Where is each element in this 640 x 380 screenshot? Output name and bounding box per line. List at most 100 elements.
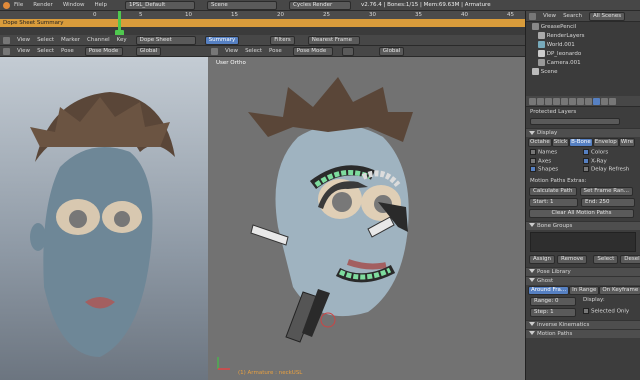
scene-selector[interactable]: Scene: [207, 0, 278, 10]
renderlayers-tab-icon[interactable]: [545, 97, 552, 105]
protected-layers-grid[interactable]: [526, 117, 640, 128]
render-tab-icon[interactable]: [537, 97, 544, 105]
deselect-button[interactable]: Deselect: [620, 254, 640, 264]
ghost-in-range-button[interactable]: In Range: [569, 285, 600, 295]
step-value: 1: [550, 308, 554, 315]
ghost-range-field[interactable]: Range: 0: [530, 296, 576, 306]
ghost-on-keyframe-button[interactable]: On Keyframe: [599, 285, 640, 295]
ds-menu-key[interactable]: Key: [117, 37, 127, 43]
scene-tab-icon[interactable]: [553, 97, 560, 105]
render-engine-selector[interactable]: Cycles Render: [289, 0, 352, 10]
ghost-display-label: Display:: [583, 296, 605, 303]
layout-selector[interactable]: 1PSL_Default: [125, 0, 196, 10]
menu-help[interactable]: Help: [95, 2, 108, 8]
left-editor-type-icon[interactable]: [3, 47, 10, 55]
remove-button[interactable]: Remove: [557, 254, 588, 264]
display-envelope-button[interactable]: Envelop: [592, 138, 619, 147]
calculate-path-button[interactable]: Calculate Path: [529, 186, 577, 196]
main-menu-pose[interactable]: Pose: [269, 48, 282, 54]
bone-constraints-tab-icon[interactable]: [609, 97, 616, 105]
ghost-panel-header[interactable]: Ghost: [526, 275, 640, 285]
outliner-item-world[interactable]: World.001: [526, 40, 640, 49]
main-viewport-header: View Select Pose Pose Mode Global: [208, 46, 525, 57]
outliner-filter-all-scenes[interactable]: All Scenes: [588, 11, 626, 21]
outliner-item-camera[interactable]: Camera.001: [526, 58, 640, 67]
display-bbone-button[interactable]: B-Bone: [569, 138, 593, 147]
outliner-item-dp-leonardo[interactable]: DP_leonardo: [526, 49, 640, 58]
frame-ruler[interactable]: 05101520253035404550: [0, 11, 560, 19]
display-octahedral-button[interactable]: Octahe: [528, 138, 552, 147]
menu-file[interactable]: File: [14, 2, 23, 8]
motion-path-range: Start: 1 End: 250: [526, 197, 640, 208]
left-mode-selector[interactable]: Pose Mode: [84, 46, 123, 56]
display-stick-button[interactable]: Stick: [551, 138, 570, 147]
main-mode-selector[interactable]: Pose Mode: [292, 46, 333, 56]
shading-selector[interactable]: [341, 46, 354, 56]
menu-render[interactable]: Render: [33, 2, 53, 8]
left-orientation-selector[interactable]: Global: [135, 46, 162, 56]
axes-checkbox[interactable]: Axes: [530, 157, 583, 164]
ds-menu-select[interactable]: Select: [37, 37, 54, 43]
outliner-item-renderlayers[interactable]: RenderLayers: [526, 31, 640, 40]
motion-paths-panel-header[interactable]: Motion Paths: [526, 328, 640, 338]
modifiers-tab-icon[interactable]: [585, 97, 592, 105]
main-menu-select[interactable]: Select: [245, 48, 262, 54]
summary-toggle[interactable]: Summary: [204, 35, 240, 45]
colors-checkbox[interactable]: Colors: [583, 149, 636, 156]
clear-all-motion-paths-button[interactable]: Clear All Motion Paths: [529, 208, 634, 218]
main-menu-view[interactable]: View: [225, 48, 238, 54]
outliner-tab-view[interactable]: View: [543, 13, 556, 19]
left-menu-view[interactable]: View: [17, 48, 30, 54]
editor-type-icon[interactable]: [3, 36, 10, 44]
shapes-checkbox[interactable]: Shapes: [530, 166, 583, 173]
ghost-around-frame-button[interactable]: Around Fra...: [528, 285, 570, 295]
ds-menu-marker[interactable]: Marker: [61, 37, 80, 43]
set-frame-range-button[interactable]: Set Frame Ran...: [579, 186, 633, 196]
selected-only-checkbox[interactable]: Selected Only: [583, 307, 636, 317]
start-frame-field[interactable]: Start: 1: [529, 197, 578, 207]
frame-number: 45: [507, 12, 514, 18]
names-checkbox[interactable]: Names: [530, 149, 583, 156]
dopesheet-mode-selector[interactable]: Dope Sheet: [135, 35, 196, 45]
assign-button[interactable]: Assign: [529, 254, 555, 264]
left-viewport[interactable]: [0, 57, 208, 380]
bone-groups-list[interactable]: [530, 231, 636, 252]
keyframe-row[interactable]: [0, 27, 525, 35]
outliner-tab-search[interactable]: Search: [563, 13, 582, 19]
bone-groups-panel-header[interactable]: Bone Groups: [526, 220, 640, 230]
outliner-item-greasepencil[interactable]: GreasePencil: [526, 22, 640, 31]
menu-window[interactable]: Window: [63, 2, 85, 8]
inverse-kinematics-panel-header[interactable]: Inverse Kinematics: [526, 319, 640, 329]
layer-buttons[interactable]: [530, 118, 620, 125]
bone-tab-icon[interactable]: [601, 97, 608, 105]
delay-refresh-checkbox[interactable]: Delay Refresh: [583, 166, 636, 173]
summary-track[interactable]: Dope Sheet Summary: [0, 19, 525, 27]
main-viewport[interactable]: User Ortho (1) Armature : neckUSL: [208, 57, 525, 380]
filters-button[interactable]: Filters: [270, 35, 295, 45]
outliner-item-scene[interactable]: Scene: [526, 67, 640, 76]
end-frame-field[interactable]: End: 250: [581, 197, 635, 207]
blender-icon[interactable]: [3, 1, 10, 9]
display-panel-header[interactable]: Display: [526, 128, 640, 137]
outliner-editor-icon[interactable]: [529, 12, 536, 20]
xray-checkbox[interactable]: X-Ray: [583, 157, 636, 164]
pose-library-panel-header[interactable]: Pose Library: [526, 266, 640, 276]
ds-menu-channel[interactable]: Channel: [87, 37, 110, 43]
checkbox-box: [530, 166, 536, 172]
main-orientation-selector[interactable]: Global: [378, 46, 405, 56]
display-wire-button[interactable]: Wire: [618, 138, 636, 147]
ds-menu-view[interactable]: View: [17, 37, 30, 43]
object-tab-icon[interactable]: [569, 97, 576, 105]
select-button[interactable]: Select: [593, 254, 619, 264]
snap-mode-selector[interactable]: Nearest Frame: [307, 35, 360, 45]
armature-data-tab-icon[interactable]: [593, 97, 600, 105]
left-menu-select[interactable]: Select: [37, 48, 54, 54]
world-tab-icon[interactable]: [561, 97, 568, 105]
stats-text: v2.76.4 | Bones:1/15 | Mem:69.63M | Arma…: [361, 2, 491, 8]
properties-editor-icon[interactable]: [529, 97, 536, 105]
constraints-tab-icon[interactable]: [577, 97, 584, 105]
protected-layers-label: Protected Layers: [530, 109, 577, 115]
ghost-step-field[interactable]: Step: 1: [530, 307, 576, 317]
left-menu-pose[interactable]: Pose: [61, 48, 74, 54]
main-editor-type-icon[interactable]: [211, 47, 218, 55]
